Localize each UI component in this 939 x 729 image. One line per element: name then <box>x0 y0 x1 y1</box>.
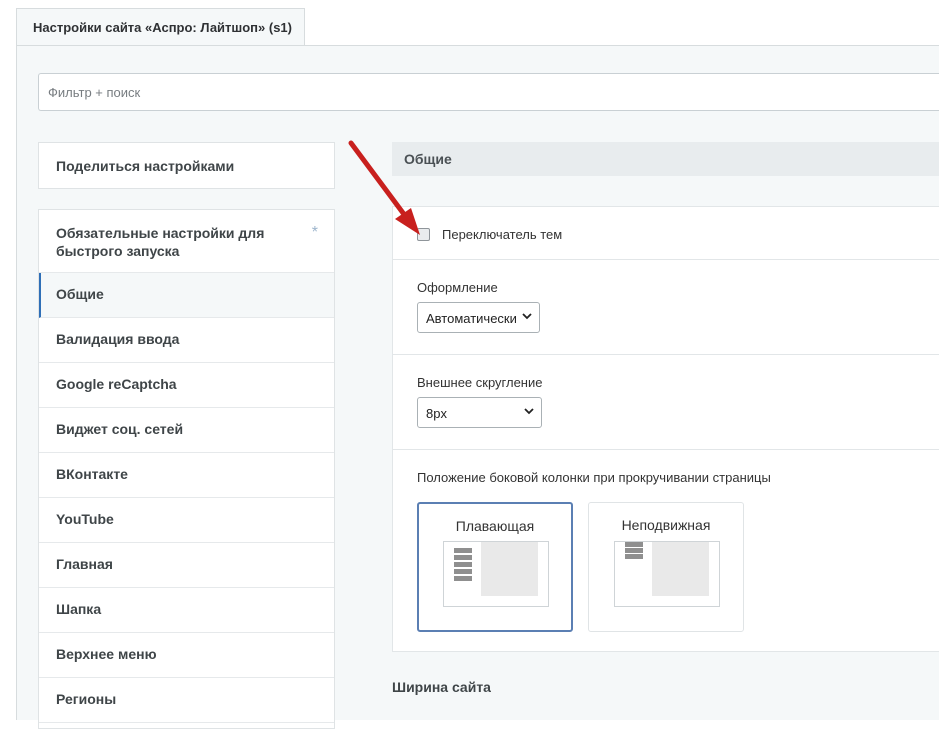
sidebar-item-recaptcha[interactable]: Google reCaptcha <box>39 363 334 408</box>
section-title-site-width: Ширина сайта <box>392 679 491 695</box>
filter-search[interactable] <box>38 73 939 111</box>
design-row: Оформление Автоматически <box>392 259 939 355</box>
sidebar-position-label: Положение боковой колонки при прокручива… <box>417 470 771 485</box>
chevron-down-icon <box>522 313 532 320</box>
sidebar-item-input-validation[interactable]: Валидация ввода <box>39 318 334 363</box>
option-fixed-label: Неподвижная <box>621 517 711 533</box>
annotation-arrow-icon <box>348 140 420 235</box>
sidebar-item-general[interactable]: Общие <box>39 273 334 318</box>
option-floating-label: Плавающая <box>455 518 535 534</box>
design-select[interactable]: Автоматически <box>417 302 540 333</box>
rounding-label: Внешнее скругление <box>417 375 543 390</box>
section-title-general: Общие <box>392 142 939 176</box>
sidebar-item-label: Обязательные настройки для быстрого запу… <box>56 225 265 259</box>
design-label: Оформление <box>417 280 498 295</box>
sidebar-item-social-widget[interactable]: Виджет соц. сетей <box>39 408 334 453</box>
settings-sidebar: Обязательные настройки для быстрого запу… <box>38 209 335 729</box>
design-select-value: Автоматически <box>426 311 517 326</box>
option-floating[interactable]: Плавающая <box>417 502 573 632</box>
fixed-preview-image <box>614 541 720 607</box>
sidebar-item-vkontakte[interactable]: ВКонтакте <box>39 453 334 498</box>
rounding-row: Внешнее скругление 8px <box>392 354 939 450</box>
tab-bar: Настройки сайта «Аспро: Лайтшоп» (s1) <box>0 0 939 46</box>
floating-preview-image <box>443 541 549 607</box>
tab-site-settings[interactable]: Настройки сайта «Аспро: Лайтшоп» (s1) <box>16 8 305 46</box>
sidebar-item-youtube[interactable]: YouTube <box>39 498 334 543</box>
sidebar-item-quick-start[interactable]: Обязательные настройки для быстрого запу… <box>39 210 334 273</box>
sidebar-position-row: Положение боковой колонки при прокручива… <box>392 449 939 652</box>
sidebar-item-top-menu[interactable]: Верхнее меню <box>39 633 334 678</box>
sidebar-item-header[interactable]: Шапка <box>39 588 334 633</box>
theme-switch-row: Переключатель тем <box>392 206 939 260</box>
rounding-select[interactable]: 8px <box>417 397 542 428</box>
theme-switch-label[interactable]: Переключатель тем <box>442 227 562 242</box>
filter-search-input[interactable] <box>39 74 939 110</box>
chevron-down-icon <box>524 408 534 415</box>
option-fixed[interactable]: Неподвижная <box>588 502 744 632</box>
rounding-select-value: 8px <box>426 406 447 421</box>
sidebar-item-home[interactable]: Главная <box>39 543 334 588</box>
share-settings-button[interactable]: Поделиться настройками <box>38 142 335 189</box>
sidebar-item-regions[interactable]: Регионы <box>39 678 334 723</box>
required-star-icon: * <box>311 224 318 241</box>
